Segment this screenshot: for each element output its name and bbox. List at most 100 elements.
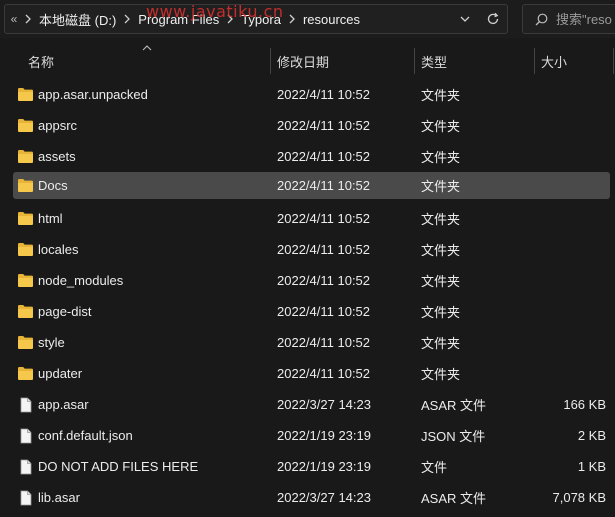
refresh-button[interactable] [479,5,507,33]
search-icon [535,13,548,26]
file-icon [17,490,34,506]
folder-icon [17,211,34,227]
file-name: app.asar.unpacked [38,87,148,102]
file-name: style [38,335,65,350]
column-divider[interactable] [414,48,415,74]
folder-icon [17,242,34,258]
file-size: 1 KB [577,459,606,474]
folder-icon [17,366,34,382]
file-name-cell: style [17,327,65,358]
folder-icon [17,304,34,320]
file-row-app-asar-unpacked[interactable]: app.asar.unpacked 2022/4/11 10:52 文件夹 [0,79,615,110]
file-modified-date: 2022/4/11 10:52 [277,273,371,288]
file-row-appsrc[interactable]: appsrc 2022/4/11 10:52 文件夹 [0,110,615,141]
file-row-assets[interactable]: assets 2022/4/11 10:52 文件夹 [0,141,615,172]
file-row-node-modules[interactable]: node_modules 2022/4/11 10:52 文件夹 [0,265,615,296]
chevron-right-icon[interactable] [223,14,237,24]
file-name-cell: node_modules [17,265,123,296]
file-row-do-not-add-files-here[interactable]: DO NOT ADD FILES HERE 2022/1/19 23:19 文件… [0,451,615,482]
file-modified-date: 2022/4/11 10:52 [277,178,371,193]
file-type: 文件夹 [421,119,461,134]
file-icon [17,397,34,413]
file-modified-date: 2022/3/27 14:23 [277,490,371,505]
file-name: updater [38,366,83,381]
file-name-cell: DO NOT ADD FILES HERE [17,451,198,482]
file-modified-date: 2022/4/11 10:52 [277,335,371,350]
file-row-page-dist[interactable]: page-dist 2022/4/11 10:52 文件夹 [0,296,615,327]
file-name: page-dist [38,304,92,319]
file-row-html[interactable]: html 2022/4/11 10:52 文件夹 [0,203,615,234]
file-name-cell: Docs [17,172,68,199]
file-modified-date: 2022/4/11 10:52 [277,242,371,257]
file-name-cell: updater [17,358,82,389]
file-type: 文件 [421,460,448,475]
folder-icon [17,335,34,351]
file-name: DO NOT ADD FILES HERE [38,459,199,474]
file-name-cell: lib.asar [17,482,80,513]
chevron-right-icon[interactable] [120,14,134,24]
file-name-cell: page-dist [17,296,91,327]
file-type: 文件夹 [421,336,461,351]
file-type: 文件夹 [421,274,461,289]
file-row-style[interactable]: style 2022/4/11 10:52 文件夹 [0,327,615,358]
address-actions [451,5,507,33]
column-divider[interactable] [534,48,535,74]
column-header: 名称 修改日期 类型 大小 [0,45,615,76]
file-type: 文件夹 [421,150,461,165]
file-row-docs[interactable]: Docs 2022/4/11 10:52 文件夹 [0,172,615,203]
breadcrumb-overflow-button[interactable]: « [7,12,21,26]
file-size: 2 KB [577,428,606,443]
file-type: JSON 文件 [421,429,486,444]
file-name-cell: assets [17,141,76,172]
file-name: conf.default.json [38,428,133,443]
folder-icon [17,118,34,134]
file-name-cell: locales [17,234,78,265]
search-input[interactable] [556,11,615,27]
column-name-label: 名称 [28,54,55,70]
file-list: app.asar.unpacked 2022/4/11 10:52 文件夹 ap… [0,79,615,513]
refresh-icon [487,12,499,25]
file-modified-date: 2022/4/11 10:52 [277,304,371,319]
file-row-lib-asar[interactable]: lib.asar 2022/3/27 14:23 ASAR 文件 7,078 K… [0,482,615,513]
file-type: ASAR 文件 [421,491,487,506]
file-name-cell: app.asar [17,389,89,420]
file-modified-date: 2022/4/11 10:52 [277,211,371,226]
column-date-header[interactable]: 修改日期 [277,46,412,76]
file-modified-date: 2022/4/11 10:52 [277,118,371,133]
file-name: assets [38,149,76,164]
column-date-label: 修改日期 [277,54,330,70]
file-name: node_modules [38,273,124,288]
file-name-cell: html [17,203,63,234]
search-box[interactable] [522,4,615,34]
file-icon [17,459,34,475]
file-name: Docs [38,178,68,193]
file-row-locales[interactable]: locales 2022/4/11 10:52 文件夹 [0,234,615,265]
file-name: locales [38,242,79,257]
column-divider[interactable] [270,48,271,74]
file-type: 文件夹 [421,243,461,258]
history-dropdown-button[interactable] [451,5,479,33]
column-divider[interactable] [613,48,614,74]
breadcrumb-program-files[interactable]: Program Files [134,12,223,27]
file-type: ASAR 文件 [421,398,487,413]
folder-icon [17,149,34,165]
file-modified-date: 2022/4/11 10:52 [277,149,371,164]
address-bar[interactable]: « 本地磁盘 (D:) Program Files Typora resourc… [4,4,508,34]
file-row-app-asar[interactable]: app.asar 2022/3/27 14:23 ASAR 文件 166 KB [0,389,615,420]
file-type: 文件夹 [421,305,461,320]
file-icon [17,428,34,444]
file-type: 文件夹 [421,367,461,382]
column-name-header[interactable]: 名称 [28,46,268,76]
chevron-right-icon[interactable] [285,14,299,24]
breadcrumb-drive[interactable]: 本地磁盘 (D:) [35,10,120,29]
file-row-conf-default-json[interactable]: conf.default.json 2022/1/19 23:19 JSON 文… [0,420,615,451]
column-size-header[interactable]: 大小 [541,46,611,76]
folder-icon [17,87,34,103]
chevron-down-icon [460,16,470,22]
breadcrumb-resources[interactable]: resources [299,12,364,27]
column-type-header[interactable]: 类型 [421,46,531,76]
breadcrumb-typora[interactable]: Typora [237,12,285,27]
file-type: 文件夹 [421,88,461,103]
column-type-label: 类型 [421,54,448,70]
file-row-updater[interactable]: updater 2022/4/11 10:52 文件夹 [0,358,615,389]
